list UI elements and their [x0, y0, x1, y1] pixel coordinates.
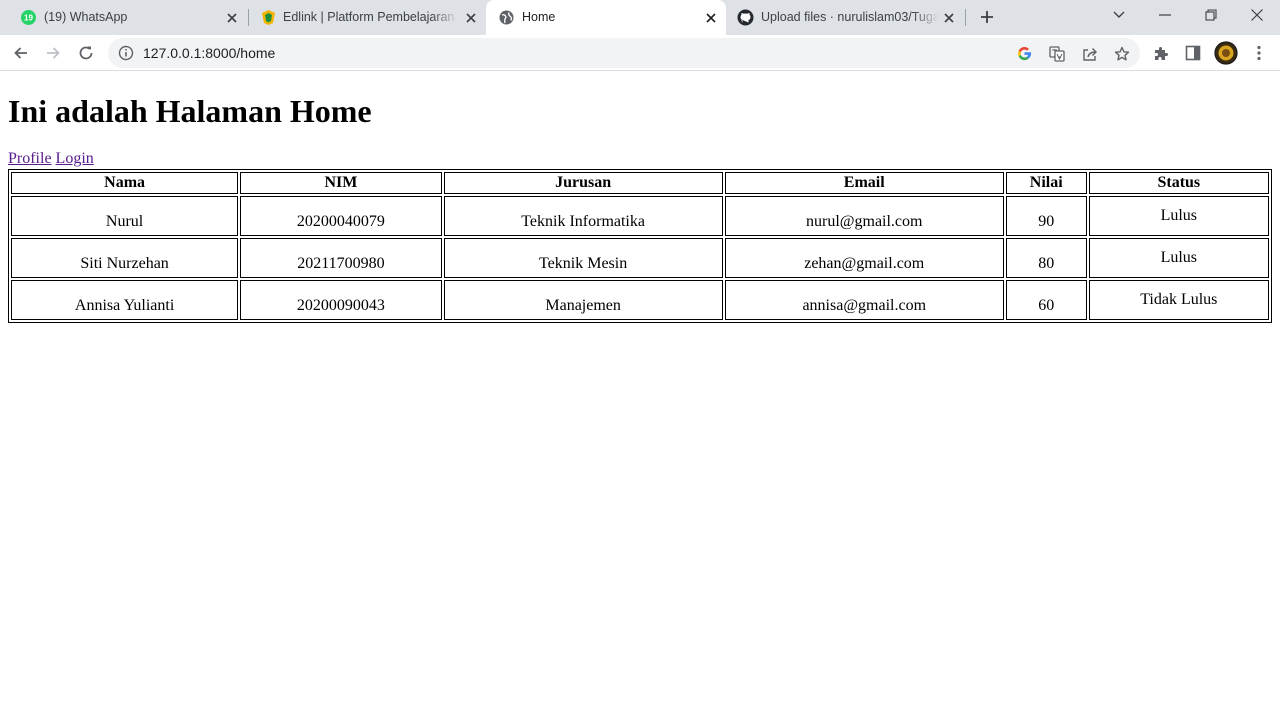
tab-title: (19) WhatsApp [44, 10, 128, 24]
header-nilai: Nilai [1005, 172, 1087, 194]
cell-jurusan: Manajemen [443, 280, 723, 320]
cell-nim: 20211700980 [240, 238, 442, 278]
avatar[interactable] [1214, 41, 1238, 65]
tab-close-icon[interactable] [702, 9, 719, 26]
page-title: Ini adalah Halaman Home [8, 93, 372, 129]
arrow-left-icon [14, 47, 27, 59]
share-icon[interactable] [1081, 45, 1098, 62]
table-row: Siti Nurzehan 20211700980 Teknik Mesin z… [11, 238, 1269, 278]
google-icon[interactable] [1016, 45, 1033, 62]
cell-jurusan: Teknik Informatika [443, 196, 723, 236]
bookmark-star-icon[interactable] [1113, 45, 1130, 62]
profile-link[interactable]: Profile [8, 150, 52, 167]
tab-whatsapp[interactable]: 19 (19) WhatsApp [8, 0, 246, 35]
tab-title: Upload files · nurulislam03/Tugas [761, 10, 939, 24]
nav-links: Profile Login [8, 150, 94, 168]
close-window-button[interactable] [1234, 0, 1280, 30]
header-status: Status [1088, 172, 1269, 194]
student-table: Nama NIM Jurusan Email Nilai Status Nuru… [8, 169, 1272, 323]
translate-icon[interactable] [1048, 45, 1065, 62]
cell-nilai: 80 [1005, 238, 1087, 278]
cell-email: annisa@gmail.com [724, 280, 1004, 320]
url-text[interactable]: 127.0.0.1:8000/home [143, 45, 275, 61]
cell-nama: Siti Nurzehan [11, 238, 239, 278]
cell-status: Lulus [1088, 238, 1269, 278]
github-icon [737, 9, 754, 26]
cell-nilai: 90 [1005, 196, 1087, 236]
chevron-down-icon [1113, 11, 1125, 18]
new-tab-button[interactable] [976, 6, 998, 28]
reload-button[interactable] [74, 41, 98, 65]
cell-email: nurul@gmail.com [724, 196, 1004, 236]
tab-close-icon[interactable] [223, 9, 240, 26]
tab-close-icon[interactable] [462, 9, 479, 26]
cell-status: Lulus [1088, 196, 1269, 236]
tab-github[interactable]: Upload files · nurulislam03/Tugas [728, 0, 964, 35]
tab-title: Home [522, 10, 556, 24]
restore-icon [1205, 9, 1217, 21]
back-button[interactable] [9, 41, 33, 65]
edlink-icon [260, 9, 277, 26]
reload-icon [79, 46, 93, 60]
whatsapp-badge: 19 [24, 14, 33, 23]
tab-search-button[interactable] [1096, 0, 1142, 30]
minimize-button[interactable] [1142, 0, 1188, 30]
tab-close-icon[interactable] [940, 9, 957, 26]
tab-separator [248, 9, 249, 26]
header-email: Email [724, 172, 1004, 194]
extensions-icon[interactable] [1152, 44, 1170, 62]
cell-status: Tidak Lulus [1088, 280, 1269, 320]
table-header-row: Nama NIM Jurusan Email Nilai Status [11, 172, 1269, 194]
menu-kebab-icon[interactable] [1250, 44, 1268, 62]
forward-button[interactable] [41, 41, 65, 65]
header-nama: Nama [11, 172, 239, 194]
side-panel-icon[interactable] [1184, 44, 1202, 62]
tab-edlink[interactable]: Edlink | Platform Pembelajaran Interakti… [250, 0, 484, 35]
tab-title: Edlink | Platform Pembelajaran Interakti… [283, 10, 458, 24]
cell-jurusan: Teknik Mesin [443, 238, 723, 278]
cell-nim: 20200090043 [240, 280, 442, 320]
browser-toolbar: 127.0.0.1:8000/home [0, 35, 1280, 71]
profile-avatar-icon [1214, 41, 1238, 65]
minimize-icon [1159, 14, 1171, 16]
tab-home[interactable]: Home [486, 0, 726, 35]
table-row: Nurul 20200040079 Teknik Informatika nur… [11, 196, 1269, 236]
address-bar[interactable]: 127.0.0.1:8000/home [108, 38, 1140, 68]
cell-email: zehan@gmail.com [724, 238, 1004, 278]
cell-nim: 20200040079 [240, 196, 442, 236]
close-icon [1251, 9, 1263, 21]
table-row: Annisa Yulianti 20200090043 Manajemen an… [11, 280, 1269, 320]
login-link[interactable]: Login [56, 150, 94, 167]
page-content: Ini adalah Halaman Home Profile Login Na… [0, 72, 1280, 720]
restore-button[interactable] [1188, 0, 1234, 30]
cell-nama: Nurul [11, 196, 239, 236]
plus-icon [981, 11, 993, 23]
header-jurusan: Jurusan [443, 172, 723, 194]
tab-separator [965, 9, 966, 26]
cell-nama: Annisa Yulianti [11, 280, 239, 320]
cell-nilai: 60 [1005, 280, 1087, 320]
whatsapp-icon: 19 [20, 9, 37, 26]
tab-strip: 19 (19) WhatsApp Edlink | Platform Pembe… [0, 0, 1280, 35]
arrow-right-icon [47, 47, 60, 59]
info-icon[interactable] [118, 45, 134, 61]
globe-icon [498, 9, 515, 26]
header-nim: NIM [240, 172, 442, 194]
